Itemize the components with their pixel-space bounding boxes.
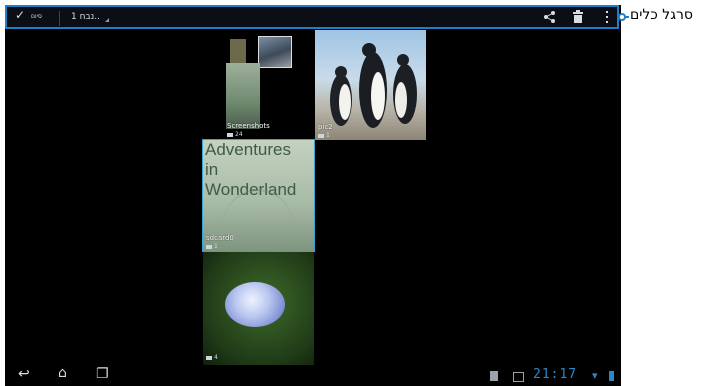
back-icon[interactable]: ↩ [18,366,30,382]
selection-dropdown[interactable]: 1 נבח.. [71,5,100,29]
folder-icon [227,132,233,137]
album-count: 1 [206,243,218,250]
dropdown-corner-icon [105,18,109,22]
album-count: 24 [227,131,243,138]
trash-icon[interactable] [572,10,584,24]
album-count: 1 [318,132,330,139]
stack-thumb-penguins [258,36,292,68]
home-icon[interactable]: ⌂ [58,365,67,381]
album-name: Screenshots [227,122,270,130]
folder-icon [206,355,212,360]
callout-marker [618,13,626,21]
album-flowers[interactable]: 4 [203,252,314,365]
battery-icon [609,371,614,381]
album-sdcard0[interactable]: Adventures in Wonderland sdcard0 1 [202,139,315,252]
hydrangea-flower [225,282,285,327]
action-bar: ✓ סיום 1 נבח.. [5,5,619,29]
album-count-value: 1 [326,132,330,139]
album-name: sdcard0 [206,234,234,242]
separator [59,11,60,26]
share-icon[interactable] [543,10,557,24]
stack-back-thumb [230,39,246,63]
checkmark-icon[interactable]: ✓ [15,8,25,22]
overflow-menu-icon[interactable] [604,10,610,24]
album-count-value: 24 [235,131,243,138]
stack-front-thumb [226,63,260,129]
album-count-value: 4 [214,354,218,361]
folder-icon [206,244,212,249]
folder-icon [318,133,324,138]
album-count: 4 [206,354,218,361]
thumb-title-line1: Adventures [205,140,291,159]
gallery-icon [513,372,524,382]
wifi-icon: ▾ [592,369,598,382]
album-count-value: 1 [214,243,218,250]
done-button[interactable]: סיום [31,5,42,29]
recent-apps-icon[interactable]: ❐ [96,366,109,382]
notification-icon [490,371,498,381]
album-name: pic2 [318,123,333,131]
callout-label: סרגל כלים [630,7,693,23]
clock: 21:17 [533,367,578,382]
album-pic2[interactable]: pic2 1 [315,30,426,140]
album-screenshots[interactable]: Screenshots 24 [224,33,315,139]
